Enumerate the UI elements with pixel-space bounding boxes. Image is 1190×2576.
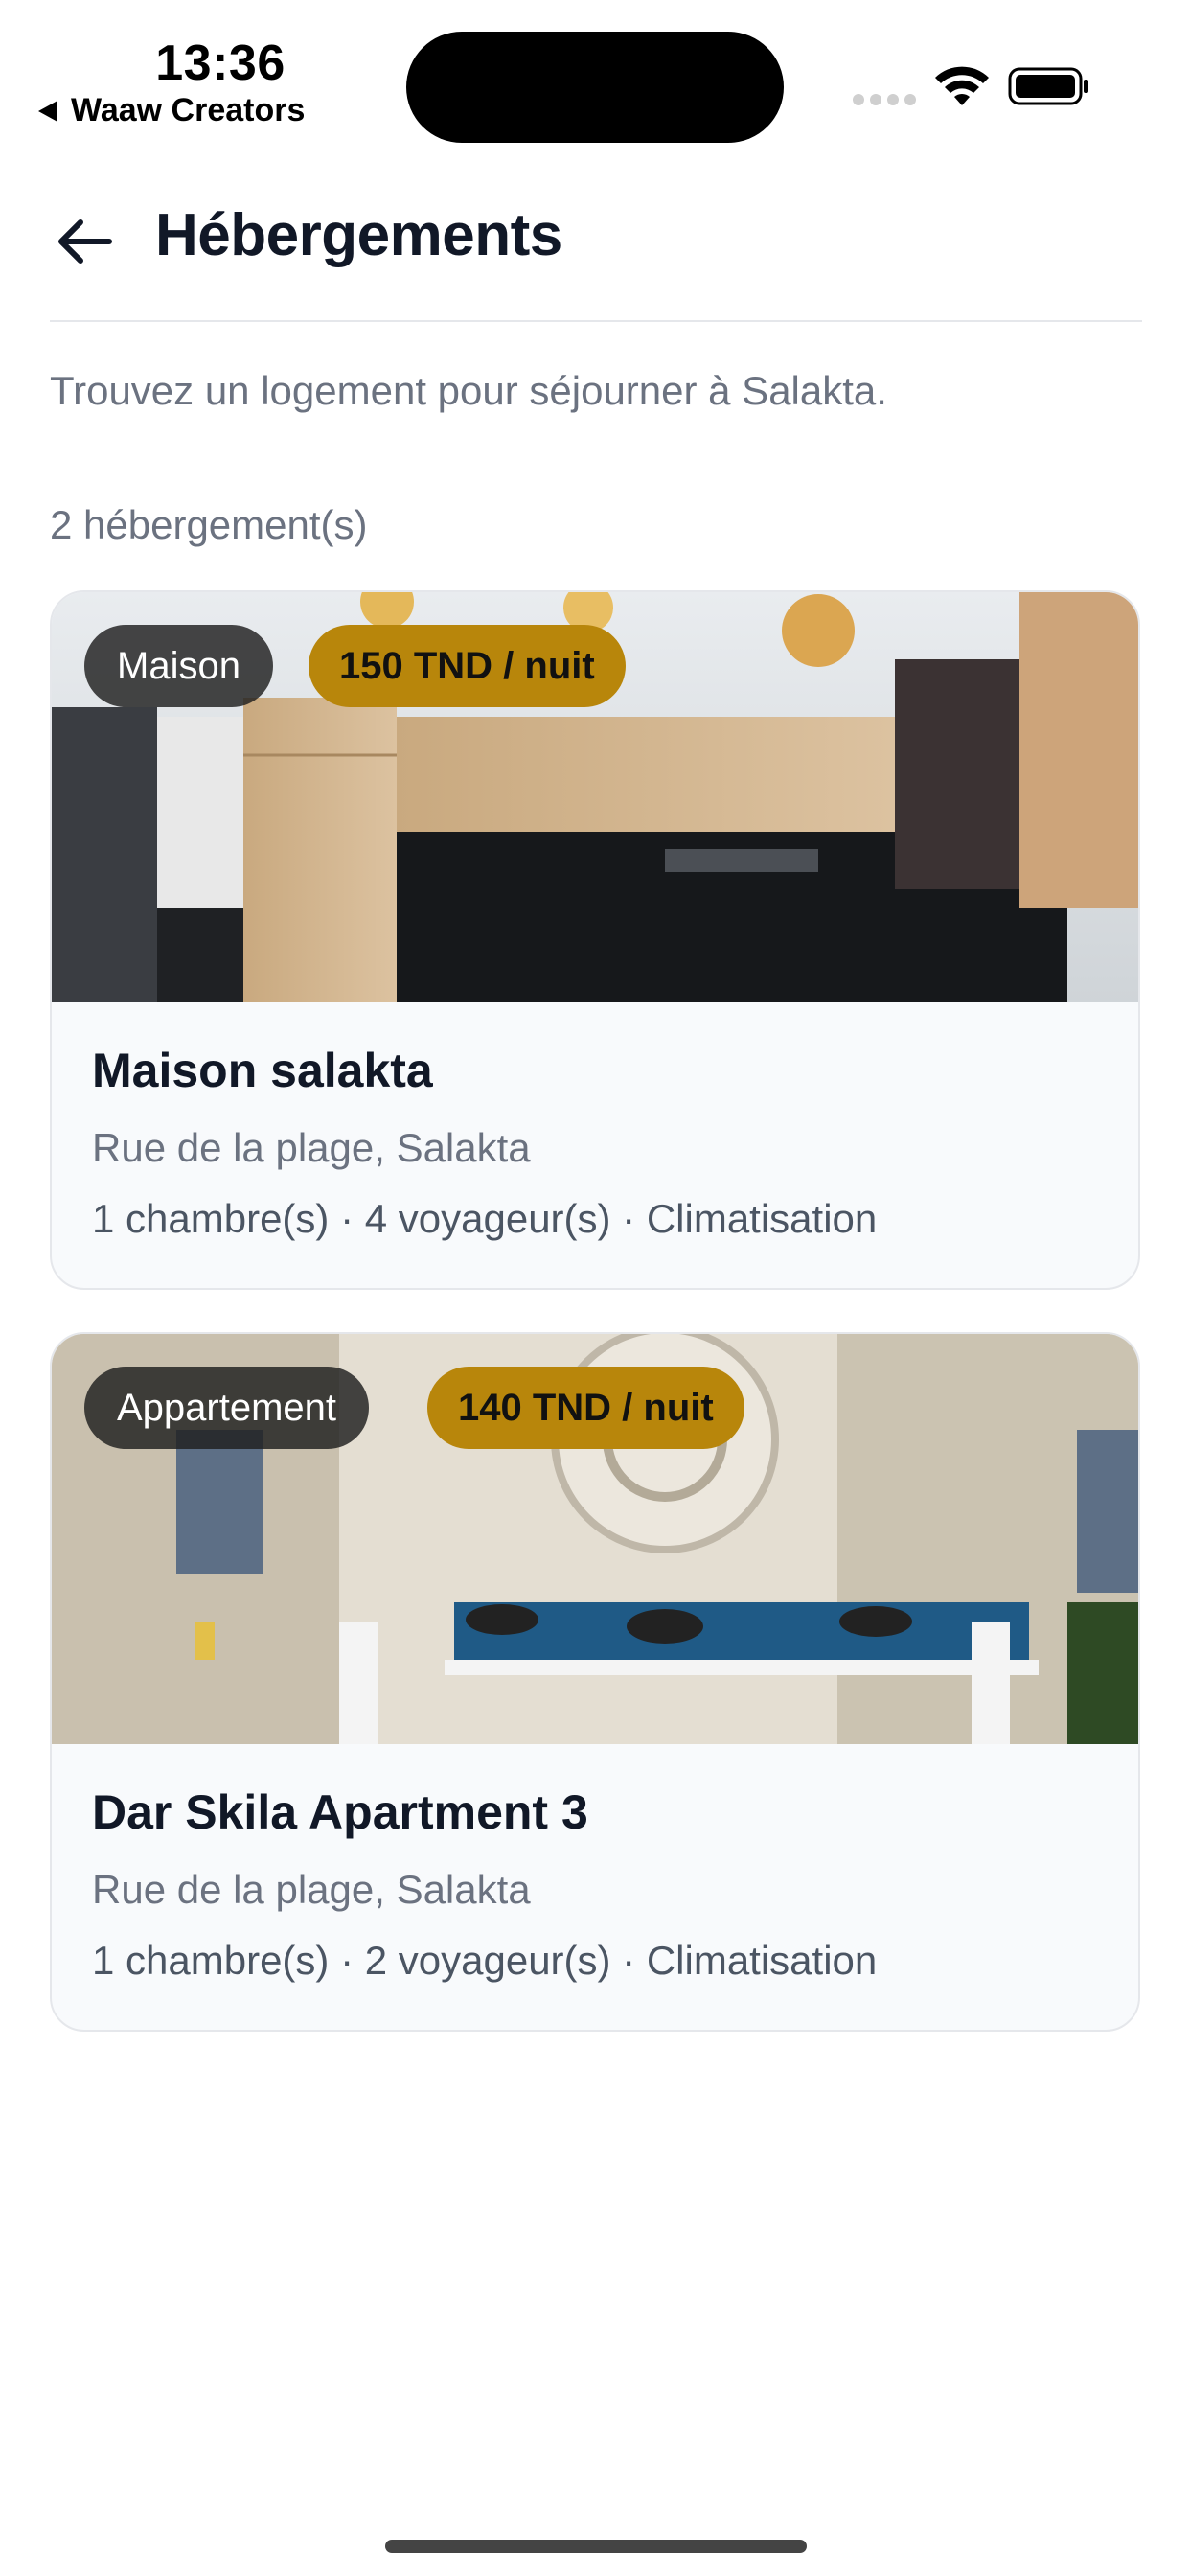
back-app-label: Waaw Creators	[71, 92, 306, 128]
listing-title: Dar Skila Apartment 3	[92, 1785, 588, 1839]
app-header: Hébergements	[0, 182, 1190, 322]
listing-address: Rue de la plage, Salakta	[92, 1125, 531, 1170]
listing-details: 1 chambre(s) · 4 voyageur(s) · Climatisa…	[92, 1196, 878, 1241]
header-divider	[50, 320, 1142, 322]
intro-text: Trouvez un logement pour séjourner à Sal…	[50, 368, 887, 413]
status-bar: 13:36 Waaw Creators	[0, 0, 1190, 144]
status-time: 13:36	[155, 35, 286, 91]
signal-icon	[853, 94, 916, 105]
listing-card[interactable]: Maison 150 TND / nuit Maison salakta Rue…	[50, 590, 1140, 1290]
back-button[interactable]	[50, 207, 119, 276]
listing-card[interactable]: Appartement 140 TND / nuit Dar Skila Apa…	[50, 1332, 1140, 2032]
arrow-left-icon	[58, 219, 112, 264]
battery-icon	[1008, 67, 1088, 105]
listing-title: Maison salakta	[92, 1044, 433, 1097]
page-title: Hébergements	[155, 202, 562, 268]
listing-type-badge: Appartement	[84, 1367, 370, 1449]
screen: 13:36 Waaw Creators Hébergements Trouvez…	[0, 0, 1190, 2576]
dynamic-island	[406, 32, 784, 143]
wifi-icon	[935, 66, 989, 105]
home-indicator[interactable]	[385, 2540, 807, 2553]
listing-price-badge: 150 TND / nuit	[309, 625, 626, 707]
back-to-app-link[interactable]: Waaw Creators	[38, 92, 305, 129]
listing-price-badge: 140 TND / nuit	[427, 1367, 744, 1449]
listing-photo: Appartement 140 TND / nuit	[52, 1334, 1138, 1744]
listing-type-badge: Maison	[84, 625, 273, 707]
listing-address: Rue de la plage, Salakta	[92, 1867, 531, 1912]
back-triangle-icon	[38, 100, 57, 122]
results-count: 2 hébergement(s)	[50, 502, 368, 547]
listing-details: 1 chambre(s) · 2 voyageur(s) · Climatisa…	[92, 1938, 878, 1983]
listing-photo: Maison 150 TND / nuit	[52, 592, 1138, 1002]
